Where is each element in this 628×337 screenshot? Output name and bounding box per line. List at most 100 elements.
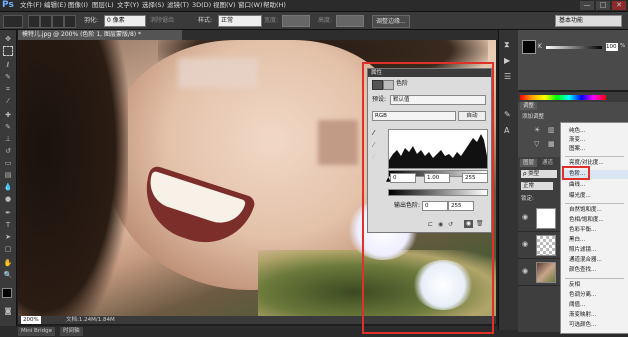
crop-tool-icon[interactable]: ⌗	[3, 84, 13, 94]
menu-black-white[interactable]: 黑白...	[561, 236, 628, 245]
color-ramp[interactable]	[520, 95, 606, 100]
foreground-color-swatch[interactable]	[2, 288, 12, 298]
menu-exposure[interactable]: 曝光度...	[561, 192, 628, 201]
menu-separator	[565, 156, 624, 157]
antialias-checkbox[interactable]: 消除锯齿	[150, 15, 174, 26]
marquee-tool-preset-icon[interactable]	[3, 15, 23, 28]
menu-bar: Ps 文件(F) 编辑(E) 图像(I) 图层(L) 文字(Y) 选择(S) 滤…	[0, 0, 628, 12]
refine-edge-button[interactable]: 调整边缘...	[372, 15, 410, 28]
levels-icon[interactable]: ▥	[548, 126, 555, 134]
menu-color-lookup[interactable]: 颜色查找...	[561, 266, 628, 275]
style-select[interactable]: 正常	[218, 15, 262, 27]
marquee-tool-icon[interactable]	[3, 46, 13, 56]
menu-gradient-map[interactable]: 渐变映射...	[561, 311, 628, 320]
layers-tab[interactable]: 图层	[520, 159, 538, 167]
dodge-tool-icon[interactable]: ●	[3, 194, 13, 204]
menu-selective-color[interactable]: 可选颜色...	[561, 321, 628, 330]
highlight-box-levels-menu-item	[562, 166, 590, 180]
adjustments-tab[interactable]: 调整	[520, 102, 538, 110]
hand-tool-icon[interactable]: ✋	[3, 258, 13, 268]
eyedropper-icon[interactable]: ⁄	[3, 96, 13, 106]
visibility-eye-icon[interactable]: ◉	[522, 267, 528, 275]
vibrance-icon[interactable]: ▽	[534, 140, 539, 148]
menu-type[interactable]: 文字(Y)	[117, 0, 139, 11]
mini-bridge-tab[interactable]: Mini Bridge	[18, 327, 55, 336]
menu-gradient[interactable]: 渐变...	[561, 136, 628, 145]
new-selection-icon[interactable]	[28, 15, 40, 28]
menu-image[interactable]: 图像(I)	[68, 0, 88, 11]
menu-invert[interactable]: 反相	[561, 281, 628, 290]
eraser-icon[interactable]: ▭	[3, 158, 13, 168]
zoom-level-field[interactable]: 200%	[21, 316, 41, 324]
history-panel-icon[interactable]: ⧗	[504, 40, 510, 50]
history-brush-icon[interactable]: ↺	[3, 146, 13, 156]
menu-filter[interactable]: 滤镜(T)	[167, 0, 189, 11]
menu-curves[interactable]: 曲线...	[561, 181, 628, 190]
menu-vibrance[interactable]: 自然饱和度...	[561, 206, 628, 215]
lasso-tool-icon[interactable]: ℓ	[3, 60, 13, 70]
menu-threshold[interactable]: 阈值...	[561, 301, 628, 310]
menu-photo-filter[interactable]: 照片滤镜...	[561, 246, 628, 255]
feather-input[interactable]: 0 像素	[104, 15, 146, 27]
height-label: 高度:	[318, 17, 333, 24]
shape-tool-icon[interactable]: ▢	[3, 244, 13, 254]
k-slider[interactable]	[546, 46, 602, 49]
document-tab[interactable]: 模特儿.jpg @ 200% (色阶 1, 图层蒙版/8) *	[18, 30, 182, 40]
menu-channel-mixer[interactable]: 通道混合器...	[561, 256, 628, 265]
workspace-select[interactable]: 基本功能	[555, 15, 622, 27]
hue-saturation-icon[interactable]: ▦	[548, 140, 555, 148]
visibility-eye-icon[interactable]: ◉	[522, 213, 528, 221]
height-input[interactable]	[336, 15, 364, 27]
menu-edit[interactable]: 编辑(E)	[44, 0, 66, 11]
menu-posterize[interactable]: 色调分离...	[561, 291, 628, 300]
menu-layer[interactable]: 图层(L)	[92, 0, 114, 11]
menu-window[interactable]: 窗口(W)	[238, 0, 263, 11]
k-unit: %	[620, 43, 626, 49]
pen-tool-icon[interactable]: ✒	[3, 208, 13, 218]
document-tab-bar: 模特儿.jpg @ 200% (色阶 1, 图层蒙版/8) *	[18, 30, 498, 40]
menu-solid-color[interactable]: 纯色...	[561, 127, 628, 136]
actions-panel-icon[interactable]: ▶	[504, 56, 510, 65]
blur-tool-icon[interactable]: 💧	[3, 182, 13, 192]
path-select-icon[interactable]: ➤	[3, 232, 13, 242]
layer-kind-filter[interactable]: ρ 类型	[521, 170, 557, 178]
menu-pattern[interactable]: 图案...	[561, 145, 628, 154]
menu-3d[interactable]: 3D(D)	[192, 0, 211, 11]
move-tool-icon[interactable]: ✥	[3, 34, 13, 44]
menu-select[interactable]: 选择(S)	[142, 0, 164, 11]
timeline-tab[interactable]: 时间轴	[60, 327, 83, 336]
subtract-selection-icon[interactable]	[52, 15, 64, 28]
minimize-button[interactable]: —	[580, 1, 594, 10]
color-swatch-foreground[interactable]	[522, 40, 536, 54]
brush-tool-icon[interactable]: ✎	[3, 122, 13, 132]
zoom-tool-icon[interactable]: 🔍	[3, 270, 13, 280]
width-input[interactable]	[282, 15, 310, 27]
blend-mode-select[interactable]: 正常	[521, 182, 553, 190]
intersect-selection-icon[interactable]	[64, 15, 76, 28]
healing-brush-icon[interactable]: ✚	[3, 110, 13, 120]
menu-color-balance[interactable]: 色彩平衡...	[561, 226, 628, 235]
menu-help[interactable]: 帮助(H)	[263, 0, 286, 11]
visibility-eye-icon[interactable]: ◉	[522, 240, 528, 248]
photo-hair-left	[18, 40, 128, 316]
quick-mask-icon[interactable]: ◙	[3, 306, 13, 316]
add-selection-icon[interactable]	[40, 15, 52, 28]
photo-pixelated-eye	[318, 120, 358, 165]
quick-select-icon[interactable]: ✎	[3, 72, 13, 82]
close-button[interactable]: ✕	[612, 1, 626, 10]
type-tool-icon[interactable]: T	[3, 220, 13, 230]
character-panel-icon[interactable]: A	[504, 126, 509, 135]
clone-stamp-icon[interactable]: ⊥	[3, 134, 13, 144]
k-value-field[interactable]: 100	[606, 43, 618, 51]
brush-panel-icon[interactable]: ✎	[504, 110, 511, 119]
menu-file[interactable]: 文件(F)	[20, 0, 42, 11]
k-channel-label: K	[538, 43, 542, 50]
properties-panel-icon[interactable]: ☰	[504, 72, 511, 81]
channels-tab[interactable]: 通道	[542, 159, 553, 167]
menu-hue-saturation[interactable]: 色相/饱和度...	[561, 216, 628, 225]
maximize-button[interactable]: □	[596, 1, 610, 10]
layer-thumbnail	[536, 262, 556, 283]
brightness-icon[interactable]: ☀	[534, 126, 540, 134]
menu-view[interactable]: 视图(V)	[213, 0, 236, 11]
gradient-tool-icon[interactable]: ▤	[3, 170, 13, 180]
